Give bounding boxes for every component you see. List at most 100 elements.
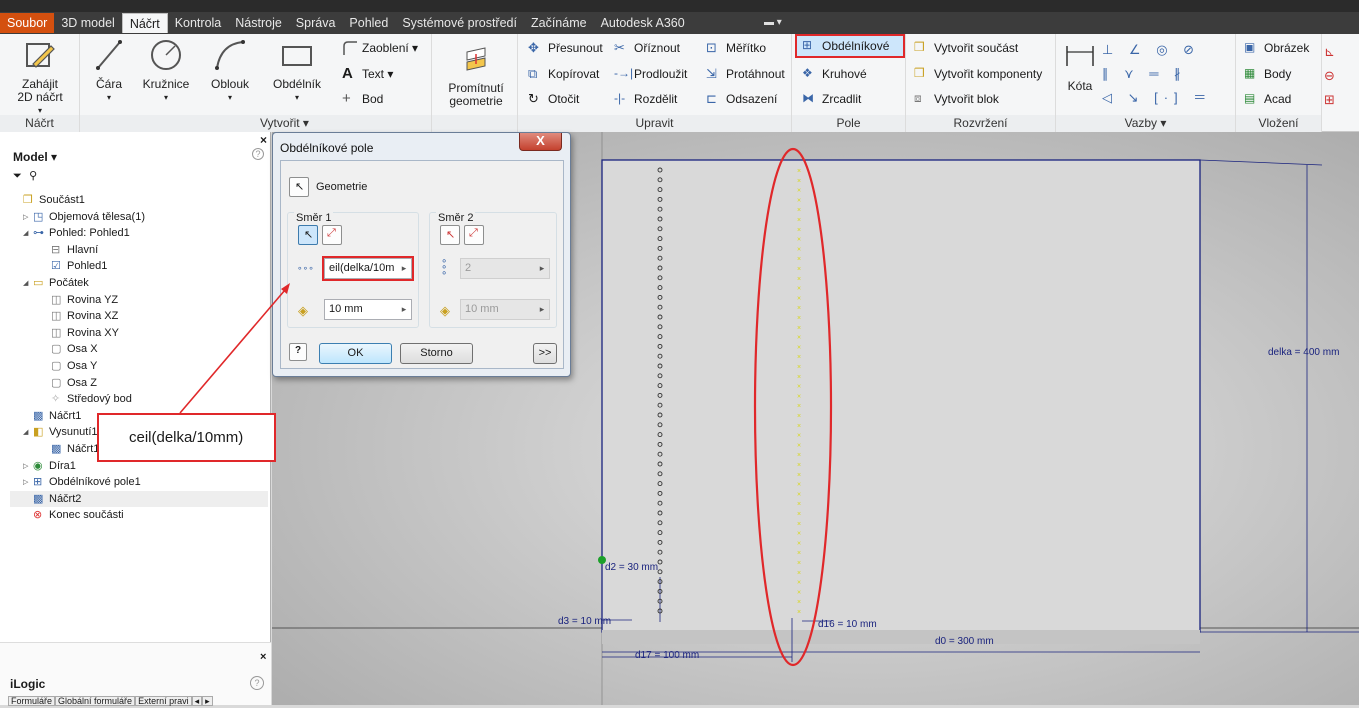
tree-node[interactable]: ❒ Součást1 bbox=[13, 192, 85, 208]
arc-button[interactable]: Oblouk ▾ bbox=[206, 38, 254, 104]
menu-tab[interactable]: Nástroje bbox=[228, 13, 289, 33]
make-part-button[interactable]: ❒ Vytvořit součást bbox=[914, 38, 1018, 58]
chevron-right-icon[interactable]: ▸ bbox=[535, 300, 549, 319]
menu-tab[interactable]: Správa bbox=[289, 13, 343, 33]
dir2-spacing-field[interactable]: 10 mm ▸ bbox=[460, 299, 550, 320]
chevron-right-icon[interactable]: ▸ bbox=[535, 259, 549, 278]
offset-button[interactable]: ⊏ Odsazení bbox=[706, 89, 777, 109]
dim-d3[interactable]: d3 = 10 mm bbox=[558, 616, 611, 627]
more-options-button[interactable]: >> bbox=[533, 343, 557, 364]
expand-toggle-icon[interactable]: ▷ bbox=[23, 462, 30, 470]
tree-node[interactable]: ▩ Náčrt1 bbox=[23, 408, 81, 424]
dim-d0[interactable]: d0 = 300 mm bbox=[935, 636, 994, 647]
tree-node[interactable]: ◫ Rovina YZ bbox=[41, 292, 118, 308]
menu-tab[interactable]: 3D model bbox=[54, 13, 122, 33]
dim-d17[interactable]: d17 = 100 mm bbox=[635, 650, 699, 661]
mirror-button[interactable]: ⧓ Zrcadlit bbox=[802, 89, 861, 109]
tree-node[interactable]: ▷ ⊞ Obdélníkové pole1 bbox=[23, 474, 141, 490]
menu-tab[interactable]: Začínáme bbox=[524, 13, 594, 33]
point-button[interactable]: + Bod bbox=[342, 89, 383, 109]
dialog-close-button[interactable]: X bbox=[519, 133, 562, 151]
cancel-button[interactable]: Storno bbox=[400, 343, 473, 364]
expand-toggle-icon[interactable]: ▷ bbox=[23, 478, 30, 486]
line-button[interactable]: Čára ▾ bbox=[88, 38, 130, 104]
rectangle-button[interactable]: Obdélník ▾ bbox=[270, 38, 324, 104]
menu-tab[interactable]: Pohled bbox=[342, 13, 395, 33]
circle-button[interactable]: Kružnice ▾ bbox=[138, 38, 194, 104]
expand-toggle-icon[interactable]: ◢ bbox=[23, 279, 30, 287]
split-button[interactable]: -|- Rozdělit bbox=[614, 89, 677, 109]
constraint-icons[interactable]: ⊥ ∠ ◎ ⊘ ∥ ⋎ ═ ∦ ◁ ↘ [·] ＝ bbox=[1102, 38, 1232, 108]
extend-button[interactable]: -→| Prodloužit bbox=[614, 64, 687, 84]
image-button[interactable]: ▣ Obrázek bbox=[1244, 38, 1309, 58]
circular-pattern-button[interactable]: ❖ Kruhové bbox=[802, 64, 867, 84]
copy-button[interactable]: ⧉ Kopírovat bbox=[528, 64, 599, 84]
dimension-button[interactable]: Kóta bbox=[1060, 40, 1100, 93]
tree-node[interactable]: ▢ Osa Y bbox=[41, 358, 97, 374]
help-icon[interactable]: ? bbox=[250, 676, 264, 690]
close-icon[interactable]: × bbox=[260, 651, 266, 663]
geometry-select-button[interactable]: ↖ bbox=[289, 177, 309, 197]
trim-button[interactable]: ✂ Oříznout bbox=[614, 38, 680, 58]
dir2-select-button[interactable]: ↖ bbox=[440, 225, 460, 245]
tree-node[interactable]: ▷ ◳ Objemová tělesa(1) bbox=[23, 209, 145, 225]
make-components-button[interactable]: ❒ Vytvořit komponenty bbox=[914, 64, 1042, 84]
dir2-count-field[interactable]: 2 ▸ bbox=[460, 258, 550, 279]
dim-delka[interactable]: delka = 400 mm bbox=[1268, 347, 1339, 358]
format-group-icons[interactable]: ⊾ ⊖ ⊞ bbox=[1324, 40, 1359, 110]
tree-node-label: Díra1 bbox=[49, 459, 76, 472]
fillet-button[interactable]: Zaoblení ▾ bbox=[342, 38, 418, 58]
tree-node[interactable]: ◫ Rovina XY bbox=[41, 325, 119, 341]
rotate-button[interactable]: ↻ Otočit bbox=[528, 89, 579, 109]
quick-access-icon[interactable]: ▬ ▾ bbox=[764, 17, 786, 29]
tree-node[interactable]: ⊟ Hlavní bbox=[41, 242, 98, 258]
create-block-button[interactable]: ⧈ Vytvořit blok bbox=[914, 89, 999, 109]
tree-node[interactable]: ▢ Osa X bbox=[41, 341, 98, 357]
tree-node[interactable]: ▩ Náčrt2 bbox=[10, 490, 268, 507]
stretch-button[interactable]: ⇲ Protáhnout bbox=[706, 64, 785, 84]
direction-2-group: Směr 2 ↖ ⤢ ∘ ∘ ∘ 2 ▸ ◈ 10 mm ▸ bbox=[429, 212, 557, 328]
scale-button[interactable]: ⊡ Měřítko bbox=[706, 38, 766, 58]
menu-tab[interactable]: Systémové prostředí bbox=[395, 13, 524, 33]
project-geometry-button[interactable]: Promítnutí geometrie bbox=[438, 42, 514, 108]
menu-tab[interactable]: Soubor bbox=[0, 13, 55, 33]
menu-tab[interactable]: Kontrola bbox=[168, 13, 229, 33]
acad-button[interactable]: ▤ Acad bbox=[1244, 89, 1291, 109]
dir1-flip-button[interactable]: ⤢ bbox=[322, 225, 342, 245]
help-icon[interactable]: ? bbox=[252, 148, 264, 160]
menu-tab[interactable]: Autodesk A360 bbox=[594, 13, 692, 33]
dim-d2[interactable]: d2 = 30 mm bbox=[605, 562, 658, 573]
dir2-flip-button[interactable]: ⤢ bbox=[464, 225, 484, 245]
move-button[interactable]: ✥ Přesunout bbox=[528, 38, 603, 58]
chevron-right-icon[interactable]: ▸ bbox=[397, 259, 411, 278]
expand-toggle-icon[interactable]: ▷ bbox=[23, 213, 30, 221]
expand-toggle-icon[interactable]: ◢ bbox=[23, 428, 30, 436]
find-icon[interactable]: ⚲ bbox=[29, 170, 37, 182]
tree-node[interactable]: ⊗ Konec součásti bbox=[23, 507, 124, 523]
tree-node[interactable]: ◢ ⊶ Pohled: Pohled1 bbox=[23, 225, 130, 241]
tree-node[interactable]: ☑ Pohled1 bbox=[41, 258, 107, 274]
tree-node[interactable]: ▢ Osa Z bbox=[41, 375, 97, 391]
dim-d16[interactable]: d16 = 10 mm bbox=[818, 619, 877, 630]
dir1-count-field[interactable]: eil(delka/10m ▸ bbox=[322, 256, 414, 281]
ok-button[interactable]: OK bbox=[319, 343, 392, 364]
text-button[interactable]: A Text ▾ bbox=[342, 64, 393, 84]
expand-toggle-icon[interactable]: ◢ bbox=[23, 229, 30, 237]
tree-node[interactable]: ▷ ◉ Díra1 bbox=[23, 458, 76, 474]
filter-icon[interactable]: ⏷ bbox=[13, 170, 22, 182]
points-button[interactable]: ▦ Body bbox=[1244, 64, 1291, 84]
close-icon[interactable]: × bbox=[260, 133, 267, 147]
help-button[interactable]: ? bbox=[289, 343, 307, 361]
tree-node[interactable]: ✧ Středový bod bbox=[41, 391, 132, 407]
menu-tab[interactable]: Náčrt bbox=[121, 13, 168, 33]
dir1-spacing-field[interactable]: 10 mm ▸ bbox=[324, 299, 412, 320]
browser-header[interactable]: Model ▾ bbox=[13, 150, 57, 164]
tree-node[interactable]: ◫ Rovina XZ bbox=[41, 308, 118, 324]
tree-node[interactable]: ◢ ◧ Vysunutí1 bbox=[23, 424, 98, 440]
rectangular-pattern-button[interactable]: ⊞ Obdélníkové bbox=[795, 34, 905, 58]
start-2d-sketch-button[interactable]: Zahájit 2D náčrt ▾ bbox=[10, 38, 70, 117]
tree-node[interactable]: ▩ Náčrt1 bbox=[41, 441, 99, 457]
dir1-select-button[interactable]: ↖ bbox=[298, 225, 318, 245]
chevron-right-icon[interactable]: ▸ bbox=[397, 300, 411, 319]
tree-node[interactable]: ◢ ▭ Počátek bbox=[23, 275, 89, 291]
